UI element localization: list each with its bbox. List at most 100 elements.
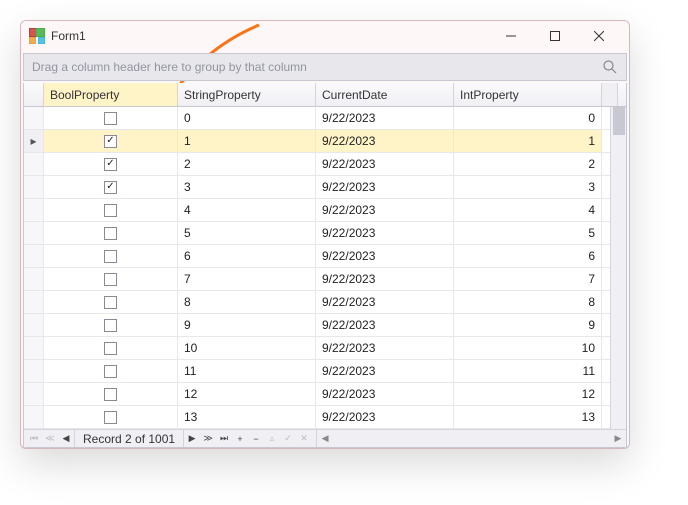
cell-int[interactable]: 13 [454,406,602,428]
cell-date[interactable]: 9/22/2023 [316,245,454,267]
cell-date[interactable]: 9/22/2023 [316,153,454,175]
close-button[interactable] [577,22,621,50]
cell-bool[interactable] [44,291,178,313]
nav-remove-button[interactable]: − [248,431,264,447]
cell-bool[interactable] [44,130,178,152]
checkbox[interactable] [104,135,117,148]
cell-string[interactable]: 10 [178,337,316,359]
table-row[interactable]: 59/22/20235 [24,222,626,245]
checkbox[interactable] [104,158,117,171]
cell-bool[interactable] [44,222,178,244]
cell-string[interactable]: 0 [178,107,316,129]
cell-string[interactable]: 6 [178,245,316,267]
checkbox[interactable] [104,227,117,240]
horizontal-scrollbar[interactable] [334,431,609,447]
cell-int[interactable]: 9 [454,314,602,336]
cell-int[interactable]: 7 [454,268,602,290]
table-row[interactable]: 99/22/20239 [24,314,626,337]
cell-string[interactable]: 3 [178,176,316,198]
nav-cancel-button[interactable]: ✕ [296,431,312,447]
nav-end-edit-button[interactable]: ✓ [280,431,296,447]
table-row[interactable]: ▸19/22/20231 [24,130,626,153]
cell-int[interactable]: 3 [454,176,602,198]
cell-string[interactable]: 4 [178,199,316,221]
table-row[interactable]: 49/22/20234 [24,199,626,222]
cell-date[interactable]: 9/22/2023 [316,291,454,313]
cell-string[interactable]: 2 [178,153,316,175]
column-header-int[interactable]: IntProperty [454,83,602,106]
nav-append-button[interactable]: + [232,431,248,447]
table-row[interactable]: 09/22/20230 [24,107,626,130]
cell-date[interactable]: 9/22/2023 [316,383,454,405]
title-bar[interactable]: Form1 [21,21,629,51]
checkbox[interactable] [104,273,117,286]
cell-bool[interactable] [44,107,178,129]
cell-date[interactable]: 9/22/2023 [316,130,454,152]
table-row[interactable]: 119/22/202311 [24,360,626,383]
hscroll-right-button[interactable]: ▶ [610,431,626,447]
cell-date[interactable]: 9/22/2023 [316,268,454,290]
cell-string[interactable]: 13 [178,406,316,428]
cell-date[interactable]: 9/22/2023 [316,199,454,221]
cell-bool[interactable] [44,245,178,267]
column-header-date[interactable]: CurrentDate [316,83,454,106]
group-panel[interactable]: Drag a column header here to group by th… [23,53,627,81]
cell-int[interactable]: 2 [454,153,602,175]
cell-string[interactable]: 7 [178,268,316,290]
maximize-button[interactable] [533,22,577,50]
cell-int[interactable]: 5 [454,222,602,244]
cell-date[interactable]: 9/22/2023 [316,176,454,198]
hscroll-left-button[interactable]: ◀ [317,431,333,447]
checkbox[interactable] [104,112,117,125]
cell-date[interactable]: 9/22/2023 [316,314,454,336]
cell-int[interactable]: 0 [454,107,602,129]
table-row[interactable]: 79/22/20237 [24,268,626,291]
nav-last-button[interactable]: ⏭ [216,431,232,447]
table-row[interactable]: 89/22/20238 [24,291,626,314]
cell-int[interactable]: 8 [454,291,602,313]
checkbox[interactable] [104,319,117,332]
cell-bool[interactable] [44,153,178,175]
cell-int[interactable]: 11 [454,360,602,382]
cell-bool[interactable] [44,406,178,428]
nav-next-page-button[interactable]: ≫ [200,431,216,447]
checkbox[interactable] [104,250,117,263]
checkbox[interactable] [104,204,117,217]
checkbox[interactable] [104,342,117,355]
table-row[interactable]: 29/22/20232 [24,153,626,176]
cell-int[interactable]: 1 [454,130,602,152]
nav-edit-button[interactable]: ▵ [264,431,280,447]
cell-string[interactable]: 1 [178,130,316,152]
column-header-string[interactable]: StringProperty [178,83,316,106]
nav-prev-page-button[interactable]: ≪ [42,431,58,447]
table-row[interactable]: 129/22/202312 [24,383,626,406]
vertical-scrollbar[interactable] [610,107,626,429]
cell-int[interactable]: 6 [454,245,602,267]
cell-int[interactable]: 10 [454,337,602,359]
cell-string[interactable]: 11 [178,360,316,382]
cell-date[interactable]: 9/22/2023 [316,107,454,129]
cell-bool[interactable] [44,337,178,359]
cell-bool[interactable] [44,268,178,290]
nav-prev-button[interactable]: ◀ [58,431,74,447]
column-header-bool[interactable]: BoolProperty [44,83,178,106]
cell-string[interactable]: 5 [178,222,316,244]
cell-date[interactable]: 9/22/2023 [316,406,454,428]
cell-bool[interactable] [44,360,178,382]
cell-date[interactable]: 9/22/2023 [316,360,454,382]
cell-string[interactable]: 12 [178,383,316,405]
cell-bool[interactable] [44,383,178,405]
nav-next-button[interactable]: ▶ [184,431,200,447]
nav-first-button[interactable]: ⏮ [26,431,42,447]
cell-string[interactable]: 9 [178,314,316,336]
table-row[interactable]: 139/22/202313 [24,406,626,429]
table-row[interactable]: 69/22/20236 [24,245,626,268]
table-row[interactable]: 39/22/20233 [24,176,626,199]
checkbox[interactable] [104,296,117,309]
search-icon[interactable] [602,59,618,78]
vertical-scrollbar-thumb[interactable] [613,107,625,135]
cell-bool[interactable] [44,314,178,336]
checkbox[interactable] [104,365,117,378]
cell-int[interactable]: 12 [454,383,602,405]
cell-bool[interactable] [44,176,178,198]
